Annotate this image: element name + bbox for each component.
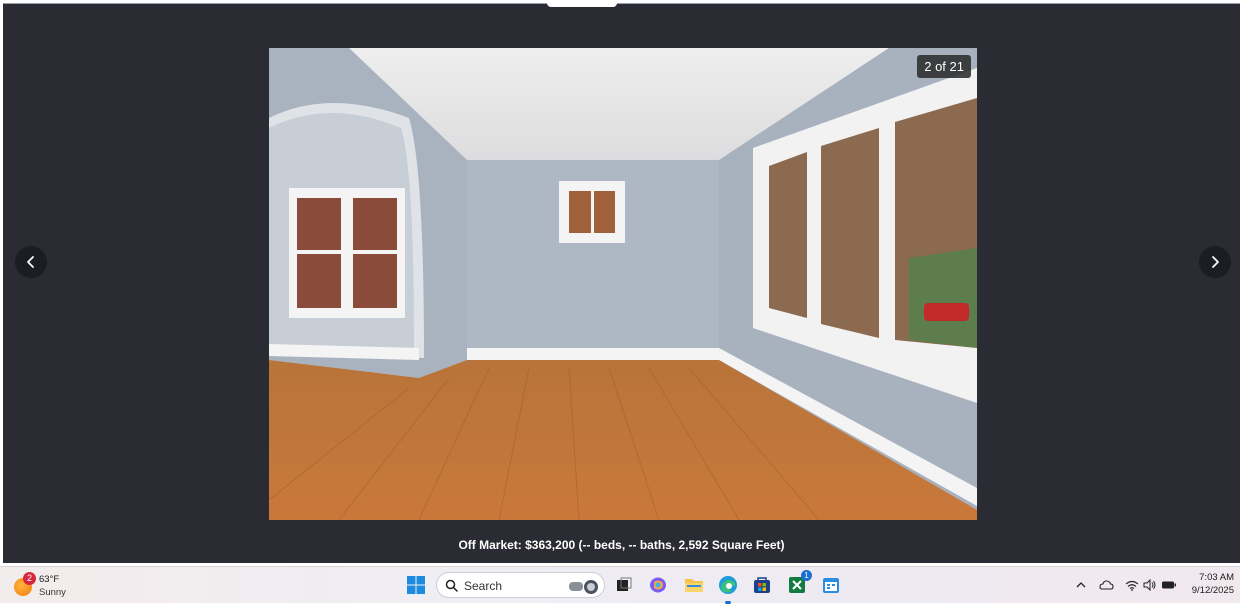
- next-photo-button[interactable]: [1199, 246, 1231, 278]
- windows-logo-icon: [407, 576, 425, 594]
- room-photo-image: [269, 48, 977, 520]
- calendar-icon: [823, 578, 839, 593]
- photo-viewer: 2 of 21 Off Market: $363,200 (-- beds, -…: [3, 3, 1240, 563]
- weather-temperature: 63°F: [39, 574, 60, 585]
- clock-date: 9/12/2025: [1191, 585, 1234, 596]
- folder-icon: [685, 579, 703, 592]
- edge-icon: [719, 576, 737, 594]
- search-icon: [445, 579, 458, 592]
- taskbar-search-box[interactable]: Search: [436, 572, 605, 598]
- wifi-icon: [1125, 580, 1139, 591]
- photo-counter: 2 of 21: [917, 55, 971, 78]
- copilot-icon: [650, 577, 666, 593]
- weather-condition: Sunny: [39, 587, 66, 598]
- taskbar: 2 63°F Sunny Search 1 7:03 AM 9/12/2025: [0, 566, 1240, 604]
- excel-button[interactable]: 1: [785, 570, 812, 597]
- notification-badge: 1: [801, 570, 812, 581]
- weather-widget[interactable]: 2 63°F Sunny: [14, 571, 94, 601]
- system-clock[interactable]: 7:03 AM 9/12/2025: [1180, 571, 1234, 597]
- battery-button[interactable]: [1160, 575, 1178, 595]
- chevron-right-icon: [1212, 256, 1219, 268]
- edge-browser-button[interactable]: [716, 573, 740, 604]
- listing-photo[interactable]: 2 of 21: [269, 48, 977, 520]
- microsoft-store-button[interactable]: [750, 573, 774, 597]
- clock-time: 7:03 AM: [1199, 572, 1234, 583]
- store-icon: [754, 577, 770, 593]
- listing-caption: Off Market: $363,200 (-- beds, -- baths,…: [458, 538, 785, 552]
- weather-alert-badge: 2: [23, 572, 36, 585]
- file-explorer-button[interactable]: [682, 573, 706, 597]
- search-placeholder: Search: [464, 579, 503, 593]
- previous-photo-button[interactable]: [15, 246, 47, 278]
- task-view-button[interactable]: [612, 573, 636, 597]
- speaker-icon: [1143, 579, 1156, 591]
- calendar-app-button[interactable]: [819, 573, 843, 597]
- show-hidden-icons-button[interactable]: [1074, 575, 1088, 595]
- volume-button[interactable]: [1142, 575, 1158, 595]
- active-tab-indicator: [547, 3, 617, 7]
- onedrive-button[interactable]: [1098, 575, 1114, 595]
- task-view-icon: [617, 577, 632, 591]
- search-highlight-icon: [569, 580, 598, 594]
- network-button[interactable]: [1124, 575, 1140, 595]
- chevron-up-icon: [1076, 582, 1086, 588]
- battery-icon: [1162, 581, 1176, 589]
- start-button[interactable]: [404, 573, 428, 597]
- chevron-left-icon: [27, 256, 34, 268]
- cloud-icon: [1098, 580, 1114, 590]
- copilot-button[interactable]: [646, 573, 670, 597]
